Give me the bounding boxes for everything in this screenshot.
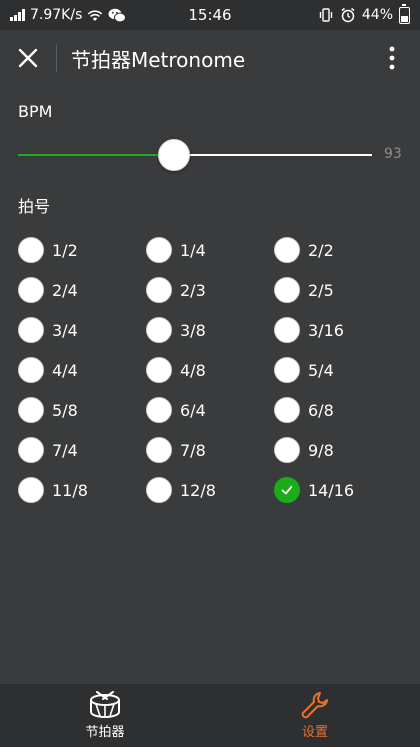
more-vertical-icon — [389, 46, 395, 70]
check-icon — [281, 485, 293, 495]
radio-button[interactable] — [274, 397, 300, 423]
time-signature-option[interactable]: 2/3 — [146, 276, 274, 304]
time-signature-option[interactable]: 5/4 — [274, 356, 402, 384]
time-signature-option[interactable]: 1/4 — [146, 236, 274, 264]
time-signature-option[interactable]: 14/16 — [274, 476, 402, 504]
status-right: 44% — [260, 3, 410, 24]
time-signature-option[interactable]: 2/4 — [18, 276, 146, 304]
time-signature-option[interactable]: 2/5 — [274, 276, 402, 304]
net-speed: 7.97K/s — [30, 7, 83, 23]
time-signature-option[interactable]: 12/8 — [146, 476, 274, 504]
bottom-tab-bar: 节拍器 设置 — [0, 683, 420, 747]
signal-icon — [10, 9, 25, 21]
status-time: 15:46 — [188, 6, 232, 24]
vibrate-icon — [319, 8, 333, 22]
time-signature-option[interactable]: 5/8 — [18, 396, 146, 424]
bpm-slider[interactable] — [18, 136, 372, 174]
wrench-icon — [301, 692, 328, 719]
radio-button[interactable] — [18, 237, 44, 263]
slider-fill — [18, 154, 174, 156]
radio-button[interactable] — [146, 317, 172, 343]
battery-icon — [399, 3, 410, 24]
radio-button[interactable] — [274, 357, 300, 383]
radio-button[interactable] — [18, 397, 44, 423]
status-left: 7.97K/s — [10, 7, 160, 23]
header-divider — [56, 44, 57, 72]
tab-settings[interactable]: 设置 — [210, 684, 420, 747]
app-header: 节拍器Metronome — [0, 30, 420, 86]
radio-button[interactable] — [146, 437, 172, 463]
alarm-icon — [341, 7, 355, 23]
bpm-label: BPM — [18, 102, 53, 121]
radio-button[interactable] — [146, 237, 172, 263]
tab-metronome-label: 节拍器 — [85, 725, 125, 740]
radio-button[interactable] — [18, 317, 44, 343]
close-button[interactable] — [0, 30, 56, 86]
close-icon — [18, 48, 38, 68]
time-signature-option[interactable]: 3/4 — [18, 316, 146, 344]
tab-settings-label: 设置 — [301, 725, 328, 740]
time-signature-label: 拍号 — [18, 197, 51, 216]
radio-button[interactable] — [274, 437, 300, 463]
bpm-value: 93 — [384, 146, 402, 162]
radio-button[interactable] — [18, 477, 44, 503]
radio-button[interactable] — [146, 277, 172, 303]
time-signature-option[interactable]: 4/4 — [18, 356, 146, 384]
radio-button[interactable] — [274, 237, 300, 263]
radio-button[interactable] — [274, 317, 300, 343]
time-signature-option[interactable]: 6/4 — [146, 396, 274, 424]
time-signature-option[interactable]: 6/8 — [274, 396, 402, 424]
wechat-icon — [108, 8, 127, 22]
tab-metronome[interactable]: 节拍器 — [0, 684, 210, 747]
time-signature-option[interactable]: 2/2 — [274, 236, 402, 264]
page-title: 节拍器Metronome — [71, 47, 246, 72]
radio-button[interactable] — [146, 477, 172, 503]
more-menu-button[interactable] — [364, 30, 420, 86]
time-signature-option[interactable]: 9/8 — [274, 436, 402, 464]
status-bar: 7.97K/s 15:46 44% — [0, 0, 420, 30]
radio-button[interactable] — [18, 277, 44, 303]
slider-thumb[interactable] — [158, 139, 190, 171]
time-signature-option[interactable]: 3/8 — [146, 316, 274, 344]
wifi-icon — [88, 9, 103, 21]
radio-button[interactable] — [18, 357, 44, 383]
radio-button[interactable] — [146, 397, 172, 423]
time-signature-options: 1/2 1/4 2/2 2/4 2/3 2/5 3/4 3/8 3/16 4/4… — [18, 236, 418, 504]
radio-button[interactable] — [274, 277, 300, 303]
radio-button[interactable] — [146, 357, 172, 383]
battery-percent: 44% — [361, 7, 393, 23]
time-signature-option[interactable]: 11/8 — [18, 476, 146, 504]
time-signature-option[interactable]: 1/2 — [18, 236, 146, 264]
radio-button[interactable] — [274, 477, 300, 503]
time-signature-option[interactable]: 7/4 — [18, 436, 146, 464]
time-signature-option[interactable]: 4/8 — [146, 356, 274, 384]
time-signature-option[interactable]: 7/8 — [146, 436, 274, 464]
time-signature-option[interactable]: 3/16 — [274, 316, 402, 344]
radio-button[interactable] — [18, 437, 44, 463]
drum-icon — [90, 691, 120, 718]
